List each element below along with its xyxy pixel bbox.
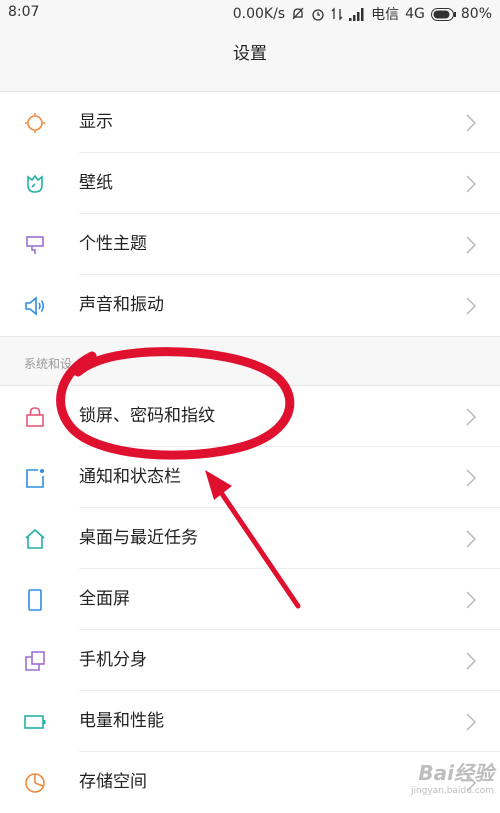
settings-item-display[interactable]: 显示 bbox=[0, 92, 500, 153]
section-header-system: 系统和设 bbox=[24, 357, 73, 371]
settings-item-label: 手机分身 bbox=[79, 650, 147, 670]
lock-icon bbox=[26, 407, 44, 427]
bell-off-icon bbox=[291, 7, 305, 21]
chevron-right-icon bbox=[466, 652, 476, 670]
chevron-right-icon bbox=[466, 591, 476, 609]
settings-item-label: 壁纸 bbox=[79, 173, 113, 193]
phone-icon bbox=[28, 589, 42, 611]
settings-item-sound[interactable]: 声音和振动 bbox=[0, 275, 500, 336]
status-time: 8:07 bbox=[8, 4, 40, 20]
speaker-icon bbox=[25, 296, 45, 316]
signal-icon bbox=[349, 7, 365, 21]
settings-item-label: 全面屏 bbox=[79, 589, 130, 609]
network-type-label: 4G bbox=[405, 6, 425, 22]
settings-item-home-screen[interactable]: 桌面与最近任务 bbox=[0, 508, 500, 569]
settings-item-themes[interactable]: 个性主题 bbox=[0, 214, 500, 275]
settings-item-label: 存储空间 bbox=[79, 772, 147, 792]
notification-icon bbox=[26, 469, 44, 488]
settings-item-label: 声音和振动 bbox=[79, 295, 164, 315]
settings-item-wallpaper[interactable]: 壁纸 bbox=[0, 153, 500, 214]
baidu-watermark: Bai经验 jingyan.baidu.com bbox=[411, 757, 494, 796]
settings-item-label: 个性主题 bbox=[79, 234, 147, 254]
carrier-label: 电信 bbox=[371, 7, 400, 23]
settings-item-label: 锁屏、密码和指纹 bbox=[79, 406, 215, 426]
status-right-group: 0.00K/s 电信 4G 80% bbox=[233, 4, 492, 24]
home-icon bbox=[25, 528, 45, 549]
chevron-right-icon bbox=[466, 469, 476, 487]
settings-item-label: 显示 bbox=[79, 112, 113, 132]
chevron-right-icon bbox=[466, 408, 476, 426]
settings-item-battery[interactable]: 电量和性能 bbox=[0, 691, 500, 752]
battery-status-icon bbox=[430, 7, 456, 21]
settings-section-system: 锁屏、密码和指纹 通知和状态栏 桌面与最近任务 全面屏 手机分身 电量和性能 存… bbox=[0, 385, 500, 813]
battery-indicator: 80% bbox=[430, 6, 492, 22]
status-bar: 8:07 0.00K/s 电信 4G 80% bbox=[0, 0, 500, 26]
clone-icon bbox=[25, 651, 45, 671]
sun-icon bbox=[25, 113, 45, 133]
battery-percent: 80% bbox=[460, 6, 492, 22]
chevron-right-icon bbox=[466, 297, 476, 315]
chevron-right-icon bbox=[466, 713, 476, 731]
network-speed: 0.00K/s bbox=[232, 6, 286, 22]
battery-icon bbox=[24, 715, 46, 729]
settings-item-notifications[interactable]: 通知和状态栏 bbox=[0, 447, 500, 508]
settings-section-personalization: 显示 壁纸 个性主题 声音和振动 bbox=[0, 91, 500, 337]
watermark-brand: Bai经验 bbox=[418, 761, 494, 785]
chevron-right-icon bbox=[466, 114, 476, 132]
tulip-icon bbox=[27, 174, 43, 193]
chevron-right-icon bbox=[466, 530, 476, 548]
settings-item-label: 电量和性能 bbox=[79, 711, 164, 731]
settings-item-second-space[interactable]: 手机分身 bbox=[0, 630, 500, 691]
page-title: 设置 bbox=[233, 44, 267, 64]
brush-icon bbox=[26, 236, 44, 254]
alarm-icon bbox=[311, 7, 325, 21]
watermark-url: jingyan.baidu.com bbox=[410, 786, 494, 796]
chevron-right-icon bbox=[466, 236, 476, 254]
settings-item-full-screen[interactable]: 全面屏 bbox=[0, 569, 500, 630]
settings-item-label: 桌面与最近任务 bbox=[79, 528, 198, 548]
chevron-right-icon bbox=[466, 175, 476, 193]
pie-icon bbox=[25, 773, 45, 793]
settings-item-label: 通知和状态栏 bbox=[79, 467, 181, 487]
data-arrows-icon bbox=[331, 7, 343, 21]
settings-item-lock-screen[interactable]: 锁屏、密码和指纹 bbox=[0, 386, 500, 447]
